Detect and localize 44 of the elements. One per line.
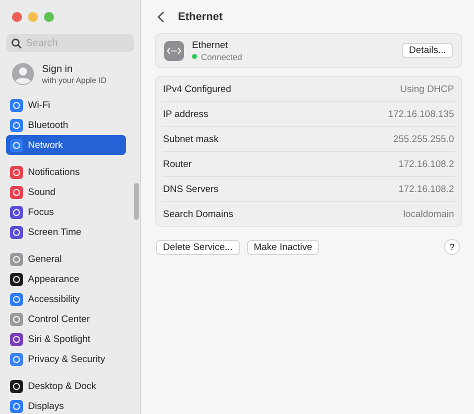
detail-value: 172.16.108.2 (398, 158, 454, 170)
detail-label: Router (163, 158, 192, 170)
minimize-button[interactable] (28, 12, 38, 22)
sidebar-item[interactable]: Displays (6, 396, 126, 414)
sidebar-item[interactable]: General (6, 249, 126, 269)
sidebar-item[interactable]: Control Center (6, 309, 126, 329)
sidebar-item[interactable]: Bluetooth (6, 115, 126, 135)
sidebar-item[interactable]: Focus (6, 202, 126, 222)
detail-label: Subnet mask (163, 134, 218, 144)
action-button[interactable]: Make Inactive (246, 240, 320, 254)
sidebar-item[interactable]: Siri & Spotlight (6, 329, 126, 349)
detail-value: 255.255.255.0 (393, 134, 454, 144)
sidebar-item[interactable]: Wi-Fi (6, 95, 126, 115)
sign-in-label: Sign in (42, 64, 74, 74)
detail-value: 172.16.108.2 (398, 184, 454, 194)
page-title: Ethernet (178, 10, 223, 22)
sidebar-item[interactable]: Notifications (6, 162, 126, 182)
action-button[interactable]: Delete Service... (156, 240, 240, 254)
sidebar-item[interactable]: Network (6, 135, 126, 155)
account-row[interactable]: Sign in with your Apple ID (6, 59, 134, 89)
sidebar-item[interactable]: Screen Time (6, 222, 126, 242)
close-button[interactable] (12, 12, 22, 22)
detail-label: DNS Servers (163, 184, 218, 194)
sidebar-item[interactable]: Accessibility (6, 289, 126, 309)
scroll-bar[interactable] (134, 183, 139, 220)
account-subtitle: with your Apple ID (42, 76, 106, 84)
sidebar-item[interactable]: Appearance (6, 269, 126, 289)
zoom-button[interactable] (44, 12, 54, 22)
detail-label: Search Domains (163, 208, 234, 220)
detail-label: IPv4 Configured (163, 84, 232, 94)
sidebar-item[interactable]: Sound (6, 182, 126, 202)
help-button[interactable]: ? (444, 239, 460, 255)
details-button[interactable]: Details... (402, 43, 453, 58)
back-icon[interactable] (157, 10, 165, 22)
status-label: Connected (201, 52, 242, 62)
detail-value: Using DHCP (400, 84, 454, 94)
sidebar-item[interactable]: Desktop & Dock (6, 376, 126, 396)
detail-value: localdomain (403, 208, 454, 220)
service-name: Ethernet (192, 40, 229, 50)
ethernet-icon (164, 40, 184, 60)
detail-label: IP address (163, 108, 208, 120)
detail-value: 172.16.108.135 (388, 108, 454, 120)
avatar-icon (12, 63, 34, 85)
sidebar-item[interactable]: Privacy & Security (6, 349, 126, 369)
